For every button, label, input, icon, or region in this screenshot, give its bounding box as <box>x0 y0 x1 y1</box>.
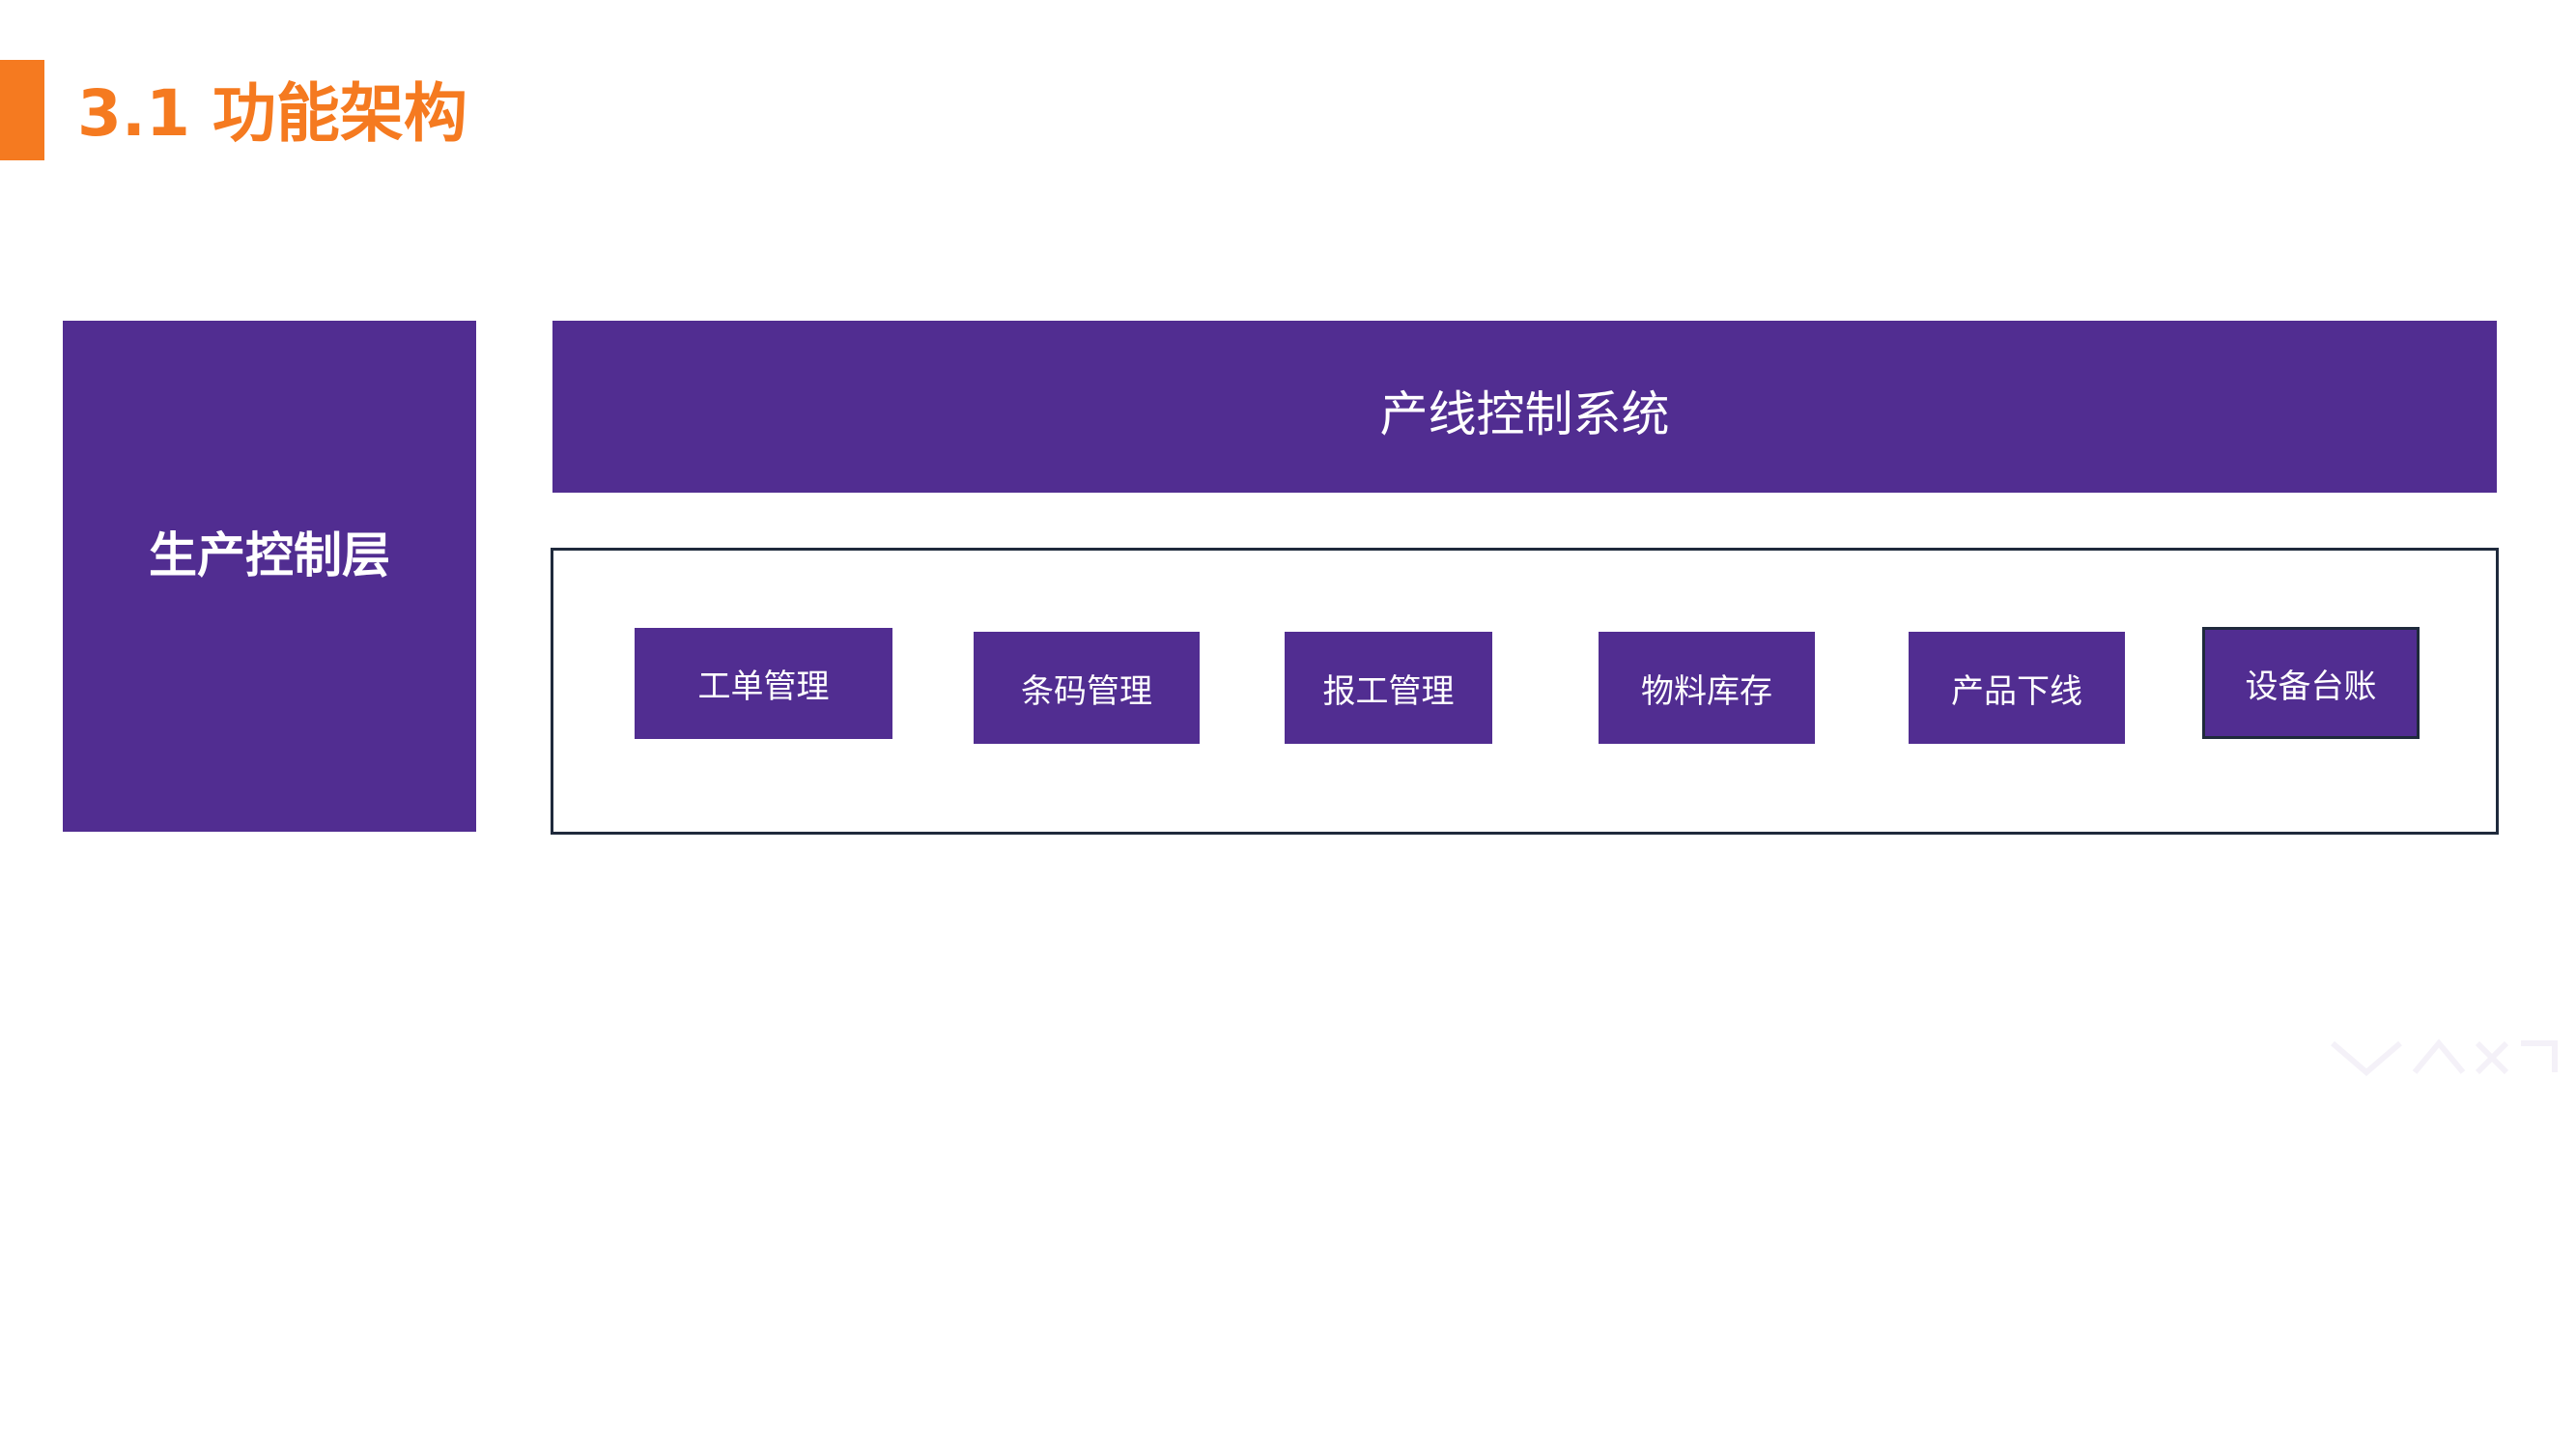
system-header: 产线控制系统 <box>552 321 2497 493</box>
system-label: 产线控制系统 <box>1379 386 1670 442</box>
module-product-offline: 产品下线 <box>1909 632 2125 744</box>
production-control-layer: 生产控制层 <box>63 321 476 832</box>
title-accent-bar <box>0 60 44 160</box>
module-work-order: 工单管理 <box>635 628 892 739</box>
watermark-logo-icon <box>2331 1038 2558 1076</box>
layer-label: 生产控制层 <box>149 526 390 583</box>
module-work-report: 报工管理 <box>1285 632 1492 744</box>
module-material-inventory: 物料库存 <box>1599 632 1815 744</box>
module-equipment-ledger: 设备台账 <box>2202 627 2420 739</box>
page-title: 3.1 功能架构 <box>77 76 467 151</box>
module-barcode: 条码管理 <box>974 632 1200 744</box>
